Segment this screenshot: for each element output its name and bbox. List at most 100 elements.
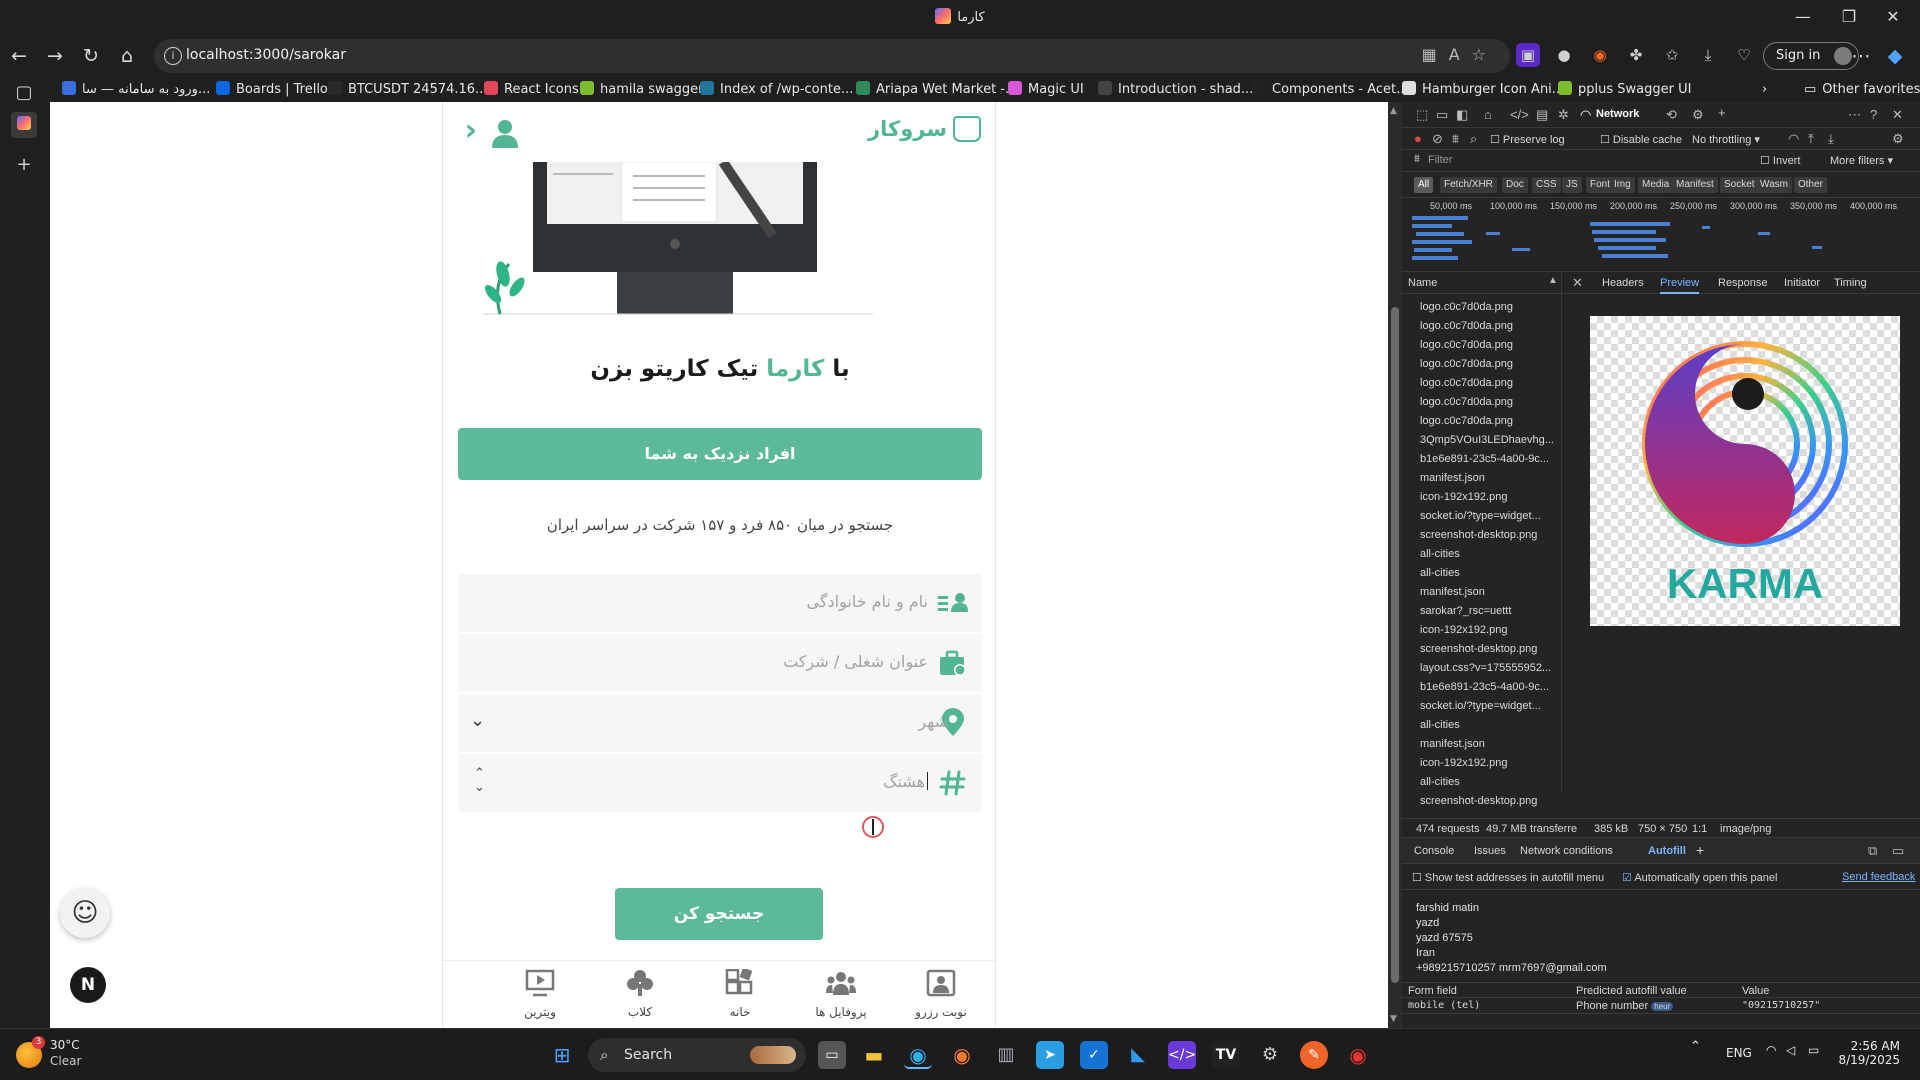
url-text[interactable]: localhost:3000/sarokar	[186, 47, 346, 63]
inspect-element-icon[interactable]: ⬚	[1416, 107, 1428, 123]
dock-sidebar-icon[interactable]: ◧	[1456, 107, 1468, 123]
request-row[interactable]: 3Qmp5VOuI3LEDhaevhg...	[1402, 431, 1562, 450]
request-row[interactable]: icon-192x192.png	[1402, 621, 1562, 640]
battery-icon[interactable]: ▭	[1808, 1043, 1819, 1057]
user-icon[interactable]	[491, 118, 519, 148]
request-row[interactable]: layout.css?v=175555952...	[1402, 659, 1562, 678]
filter-input[interactable]: Filter	[1428, 154, 1452, 166]
export-har-icon[interactable]: ⤓	[1828, 131, 1834, 147]
device-toolbar-icon[interactable]: ▭	[1436, 107, 1448, 123]
type-filter-manifest[interactable]: Manifest	[1672, 177, 1718, 193]
request-row[interactable]: logo.c0c7d0da.png	[1402, 317, 1562, 336]
request-row[interactable]: b1e6e891-23c5-4a00-9c...	[1402, 678, 1562, 697]
chevron-left-icon[interactable]: ‹	[455, 116, 477, 146]
close-devtools-icon[interactable]: ✕	[1892, 107, 1903, 123]
nextjs-devtools-button[interactable]: N	[70, 967, 106, 1003]
new-tab-plus-icon[interactable]: +	[11, 152, 37, 178]
request-row[interactable]: socket.io/?type=widget...	[1402, 507, 1562, 526]
chevron-down-icon[interactable]: ⌄	[470, 710, 485, 731]
city-select[interactable]: شهر ⌄	[458, 694, 982, 752]
type-filter-css[interactable]: CSS	[1532, 177, 1561, 193]
read-aloud-icon[interactable]: A	[1449, 45, 1472, 64]
request-row[interactable]: screenshot-desktop.png	[1402, 640, 1562, 659]
autofill-table-row[interactable]: mobile (tel) Phone number heur "09215710…	[1402, 998, 1920, 1014]
page-scrollbar[interactable]: ▲ ▼	[1388, 102, 1402, 1028]
tab-karma[interactable]	[11, 112, 37, 138]
nearby-people-button[interactable]: افراد نزدیک به شما	[458, 428, 982, 480]
bookmark-item[interactable]: Ariapa Wet Market -...	[856, 80, 1017, 100]
request-row[interactable]: icon-192x192.png	[1402, 754, 1562, 773]
dock-drawer-icon[interactable]: ⧉	[1868, 843, 1877, 859]
tab-actions-icon[interactable]: ▢	[11, 80, 37, 106]
type-filter-fetchxhr[interactable]: Fetch/XHR	[1440, 177, 1497, 193]
downloads-icon[interactable]: ⤓	[1696, 43, 1720, 67]
timeline-overview[interactable]: 50,000 ms 100,000 ms 150,000 ms 200,000 ms 2…	[1402, 198, 1920, 272]
bookmark-item[interactable]: hamila swagger	[580, 80, 703, 100]
more-filters-dropdown[interactable]: More filters ▾	[1830, 154, 1893, 167]
sources-tab-icon[interactable]: ✲	[1558, 107, 1569, 123]
nav-showcase[interactable]: ویترین	[500, 969, 580, 1019]
bookmark-item[interactable]: Index of /wp-conte...	[700, 80, 853, 100]
name-column-header[interactable]: Name	[1408, 277, 1437, 289]
bookmark-item[interactable]: Magic UI	[1008, 80, 1084, 100]
postman-icon[interactable]: ✎	[1300, 1041, 1328, 1069]
performance-tab-icon[interactable]: ⟲	[1666, 107, 1677, 123]
clock[interactable]: 2:56 AM 8/19/2025	[1838, 1039, 1900, 1067]
sign-in-button[interactable]: Sign in	[1763, 42, 1860, 70]
clear-icon[interactable]: ⊘	[1432, 131, 1443, 147]
request-row[interactable]: icon-192x192.png	[1402, 488, 1562, 507]
search-network-icon[interactable]: ⌕	[1470, 131, 1477, 147]
screen-recorder-icon[interactable]: ◉	[1344, 1041, 1372, 1069]
detail-tab-response[interactable]: Response	[1718, 277, 1768, 289]
more-tools-plus-icon[interactable]: +	[1718, 105, 1726, 120]
scrollbar-thumb[interactable]	[1391, 307, 1399, 983]
maximize-button[interactable]: ❐	[1832, 5, 1866, 29]
request-row[interactable]: b1e6e891-23c5-4a00-9c...	[1402, 450, 1562, 469]
request-row[interactable]: manifest.json	[1402, 583, 1562, 602]
bookmark-item[interactable]: pplus Swagger UI	[1558, 80, 1691, 100]
send-feedback-link[interactable]: Send feedback	[1842, 871, 1915, 883]
app-available-icon[interactable]: ▦	[1422, 45, 1449, 64]
drawer-close-icon[interactable]: ▭	[1892, 843, 1904, 859]
bookmark-item[interactable]: Hamburger Icon Ani...	[1402, 80, 1564, 100]
type-filter-all[interactable]: All	[1414, 177, 1434, 193]
request-row[interactable]: screenshot-desktop.png	[1402, 526, 1562, 545]
request-row[interactable]: logo.c0c7d0da.png	[1402, 336, 1562, 355]
language-indicator[interactable]: ENG	[1726, 1046, 1752, 1060]
edge-browser-icon[interactable]: ◉	[904, 1041, 932, 1069]
stepper-arrows-icon[interactable]: ⌃ ⌄	[474, 767, 485, 795]
type-filter-wasm[interactable]: Wasm	[1756, 177, 1792, 193]
type-filter-socket[interactable]: Socket	[1720, 177, 1759, 193]
bookmark-item[interactable]: Introduction - shad...	[1098, 80, 1253, 100]
request-list-scroll-thumb[interactable]	[1562, 300, 1570, 410]
type-filter-doc[interactable]: Doc	[1502, 177, 1528, 193]
request-row[interactable]: logo.c0c7d0da.png	[1402, 298, 1562, 317]
request-row[interactable]: all-cities	[1402, 545, 1562, 564]
elements-tab-icon[interactable]: </>	[1510, 107, 1529, 122]
drawer-tab-network-conditions[interactable]: Network conditions	[1520, 845, 1613, 857]
request-row[interactable]: logo.c0c7d0da.png	[1402, 355, 1562, 374]
close-window-button[interactable]: ✕	[1876, 5, 1910, 29]
copilot-icon[interactable]: ◆	[1880, 41, 1910, 71]
bookmark-item[interactable]: ورود به سامانه — سا...	[62, 80, 210, 100]
network-wifi-icon[interactable]: ◠	[1580, 107, 1591, 123]
nav-booking[interactable]: نوبت رزرو	[901, 969, 981, 1019]
show-test-addresses-checkbox[interactable]: ☐ Show test addresses in autofill menu	[1412, 871, 1604, 884]
job-title-field[interactable]: عنوان شغلی / شرکت	[458, 634, 982, 692]
vscode-icon[interactable]: ◣	[1124, 1041, 1152, 1069]
detail-tab-preview[interactable]: Preview	[1660, 277, 1700, 294]
task-view-icon[interactable]: ▭	[818, 1041, 846, 1069]
type-filter-media[interactable]: Media	[1638, 177, 1674, 193]
site-info-icon[interactable]: i	[164, 47, 182, 65]
request-row[interactable]: logo.c0c7d0da.png	[1402, 374, 1562, 393]
drawer-tab-issues[interactable]: Issues	[1474, 845, 1506, 857]
request-row[interactable]: manifest.json	[1402, 469, 1562, 488]
sort-up-icon[interactable]: ▲	[1548, 275, 1558, 286]
reload-icon[interactable]: ↻	[76, 41, 106, 71]
nav-club[interactable]: کلاب	[600, 969, 680, 1019]
address-bar[interactable]: i localhost:3000/sarokar ▦A☆	[154, 39, 1510, 73]
welcome-home-icon[interactable]: ⌂	[1484, 107, 1492, 122]
record-icon[interactable]: ●	[1414, 131, 1422, 146]
settings-gear-icon[interactable]: ⚙	[1692, 107, 1704, 123]
other-favorites-folder[interactable]: ▭ Other favorites	[1804, 80, 1920, 100]
